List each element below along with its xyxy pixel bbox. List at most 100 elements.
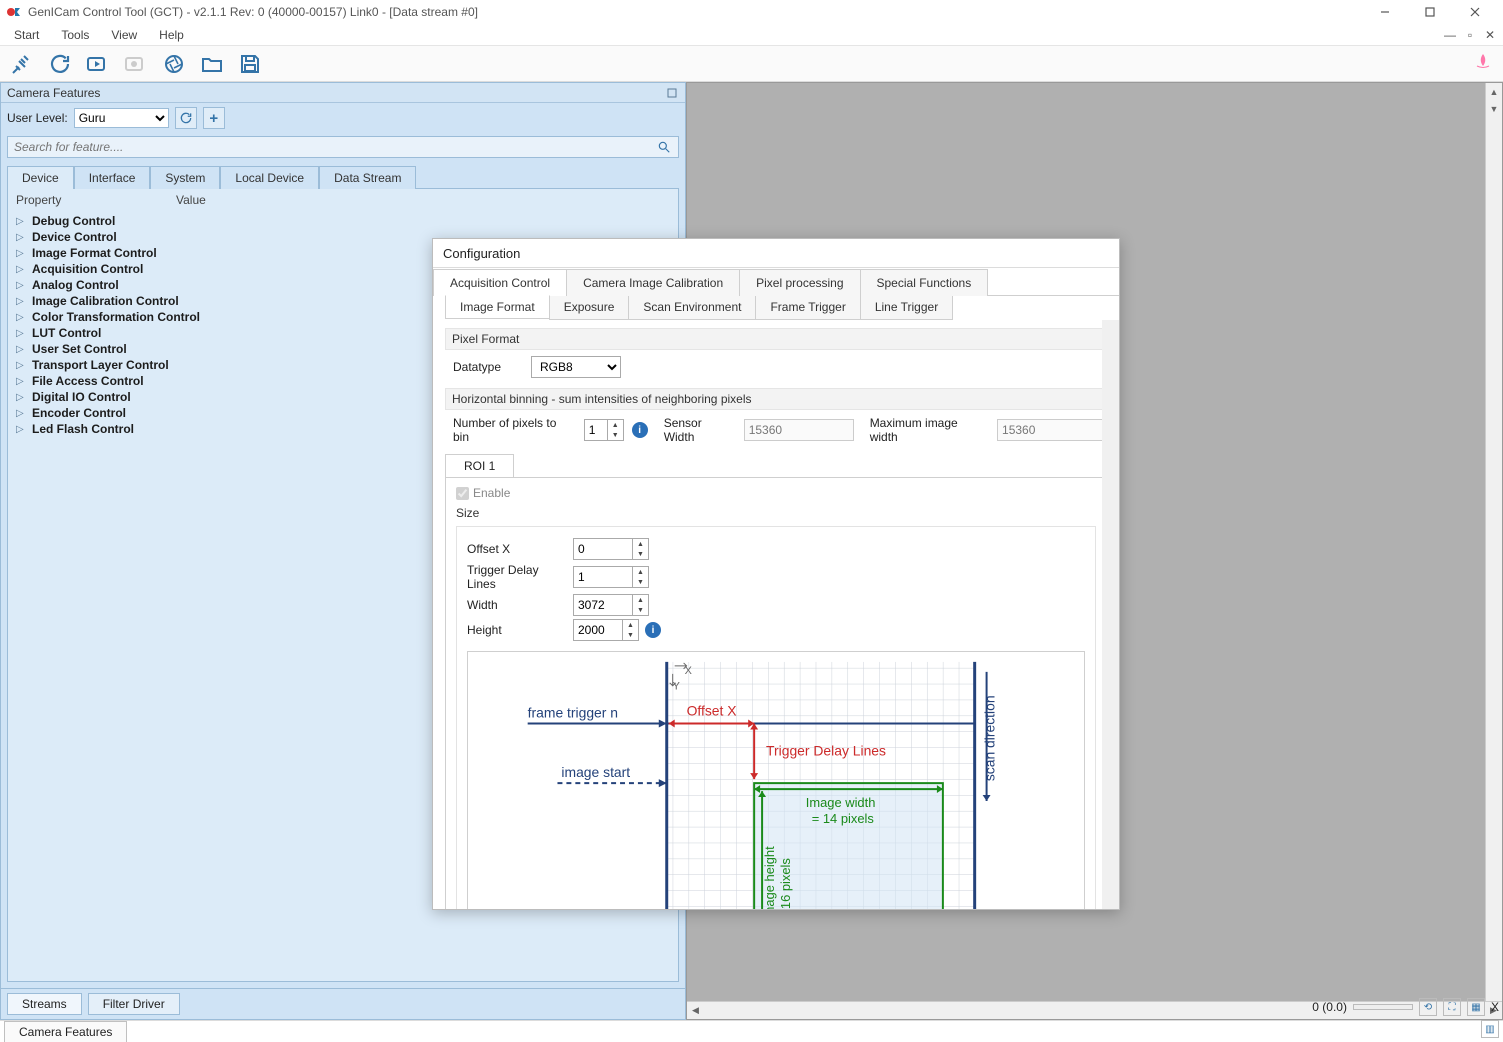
diagram-trigger-delay: Trigger Delay Lines [766,742,886,758]
diagram-image-start: image start [561,764,630,780]
info-icon[interactable]: i [645,622,661,638]
info-icon[interactable]: i [632,422,648,438]
spinner[interactable]: ▲▼ [633,566,649,588]
diagram-scan-direction: scan direction [982,695,998,781]
mdi-close-button[interactable]: ✕ [1481,27,1499,43]
minimize-button[interactable] [1362,0,1407,24]
aperture-icon[interactable] [160,50,188,78]
tab-interface[interactable]: Interface [74,166,151,189]
play-icon[interactable] [84,50,112,78]
spinner[interactable]: ▲▼ [608,419,624,441]
trigger-delay-label: Trigger Delay Lines [467,563,567,591]
reset-zoom-icon[interactable]: ⟲ [1419,998,1437,1016]
expand-icon[interactable]: ▷ [16,248,26,259]
subtab-image-format[interactable]: Image Format [445,295,550,319]
refresh-user-button[interactable] [175,107,197,129]
fit-icon[interactable]: ⛶ [1443,998,1461,1016]
diagram-y-label: Y [673,681,681,693]
spinner[interactable]: ▲▼ [623,619,639,641]
config-scrollbar[interactable] [1102,320,1119,909]
tab-data-stream[interactable]: Data Stream [319,166,416,189]
subtab-scan-environment[interactable]: Scan Environment [628,296,756,320]
expand-icon[interactable]: ▷ [16,232,26,243]
maximize-button[interactable] [1407,0,1452,24]
expand-icon[interactable]: ▷ [16,312,26,323]
tree-item-label: User Set Control [32,342,127,356]
roi-diagram: X Y frame trigger n Offset X [467,651,1085,909]
max-width-field [997,419,1107,441]
pin-icon[interactable] [665,86,679,100]
sensor-width-field [744,419,854,441]
expand-icon[interactable]: ▷ [16,344,26,355]
zoom-slider[interactable] [1353,1004,1413,1010]
spinner[interactable]: ▲▼ [633,538,649,560]
tree-item-label: File Access Control [32,374,144,388]
cfg-tab-pixel-processing[interactable]: Pixel processing [739,269,860,296]
cfg-tab-special-functions[interactable]: Special Functions [860,269,989,296]
bottom-tab-streams[interactable]: Streams [7,993,82,1015]
tree-item-label: Encoder Control [32,406,126,420]
spinner[interactable]: ▲▼ [633,594,649,616]
mdi-minimize-button[interactable]: — [1441,27,1459,43]
search-icon[interactable] [657,140,671,157]
vertical-scrollbar[interactable]: ▲ ▼ [1485,83,1502,1001]
expand-icon[interactable]: ▷ [16,360,26,371]
expand-icon[interactable]: ▷ [16,216,26,227]
tree-header-value: Value [176,193,206,207]
expand-icon[interactable]: ▷ [16,392,26,403]
menu-start[interactable]: Start [4,26,49,44]
expand-icon[interactable]: ▷ [16,280,26,291]
expand-icon[interactable]: ▷ [16,408,26,419]
mdi-restore-button[interactable]: ▫ [1461,27,1479,43]
refresh-icon[interactable] [46,50,74,78]
expand-icon[interactable]: ▷ [16,328,26,339]
enable-checkbox[interactable] [456,487,469,500]
roi-tab-1[interactable]: ROI 1 [445,454,514,477]
offsetx-label: Offset X [467,542,567,556]
group-pixel-format: Pixel Format [445,328,1107,350]
tree-item[interactable]: ▷Debug Control [8,213,678,229]
trigger-delay-input[interactable] [573,566,633,588]
diagram-image-height2: = 16 pixels [778,858,793,909]
tree-item-label: Transport Layer Control [32,358,169,372]
open-folder-icon[interactable] [198,50,226,78]
subtab-frame-trigger[interactable]: Frame Trigger [755,296,860,320]
tab-local-device[interactable]: Local Device [220,166,319,189]
expand-icon[interactable]: ▷ [16,424,26,435]
menu-tools[interactable]: Tools [51,26,99,44]
tree-header-property: Property [16,193,176,207]
connect-icon[interactable] [8,50,36,78]
enable-checkbox-row[interactable]: Enable [456,486,510,500]
height-input[interactable] [573,619,623,641]
subtab-line-trigger[interactable]: Line Trigger [860,296,953,320]
expand-icon[interactable]: ▷ [16,264,26,275]
datatype-select[interactable]: RGB8 [531,356,621,378]
configuration-body: Pixel Format Datatype RGB8 Horizontal bi… [433,320,1119,909]
grid-icon[interactable]: ▦ [1467,998,1485,1016]
cfg-tab-calibration[interactable]: Camera Image Calibration [566,269,740,296]
bottom-tab-filter-driver[interactable]: Filter Driver [88,993,180,1015]
expand-icon[interactable]: ▷ [16,376,26,387]
menu-view[interactable]: View [101,26,147,44]
search-input[interactable] [7,136,679,158]
status-x-label: X [1491,1000,1499,1014]
add-button[interactable]: + [203,107,225,129]
width-input[interactable] [573,594,633,616]
doc-tab-camera-features[interactable]: Camera Features [4,1021,127,1042]
subtab-exposure[interactable]: Exposure [549,296,630,320]
user-level-select[interactable]: Guru [74,108,169,128]
record-icon[interactable] [122,50,150,78]
tab-device[interactable]: Device [7,166,74,189]
close-button[interactable] [1452,0,1497,24]
menu-help[interactable]: Help [149,26,194,44]
tab-system[interactable]: System [150,166,220,189]
tree-item-label: Color Transformation Control [32,310,200,324]
panel-title: Camera Features [7,86,100,100]
pixels-to-bin-input[interactable] [584,419,608,441]
save-icon[interactable] [236,50,264,78]
expand-icon[interactable]: ▷ [16,296,26,307]
offsetx-input[interactable] [573,538,633,560]
layout-icon[interactable]: ▥ [1481,1020,1499,1038]
configuration-title: Configuration [433,239,1119,267]
cfg-tab-acquisition[interactable]: Acquisition Control [433,269,567,296]
